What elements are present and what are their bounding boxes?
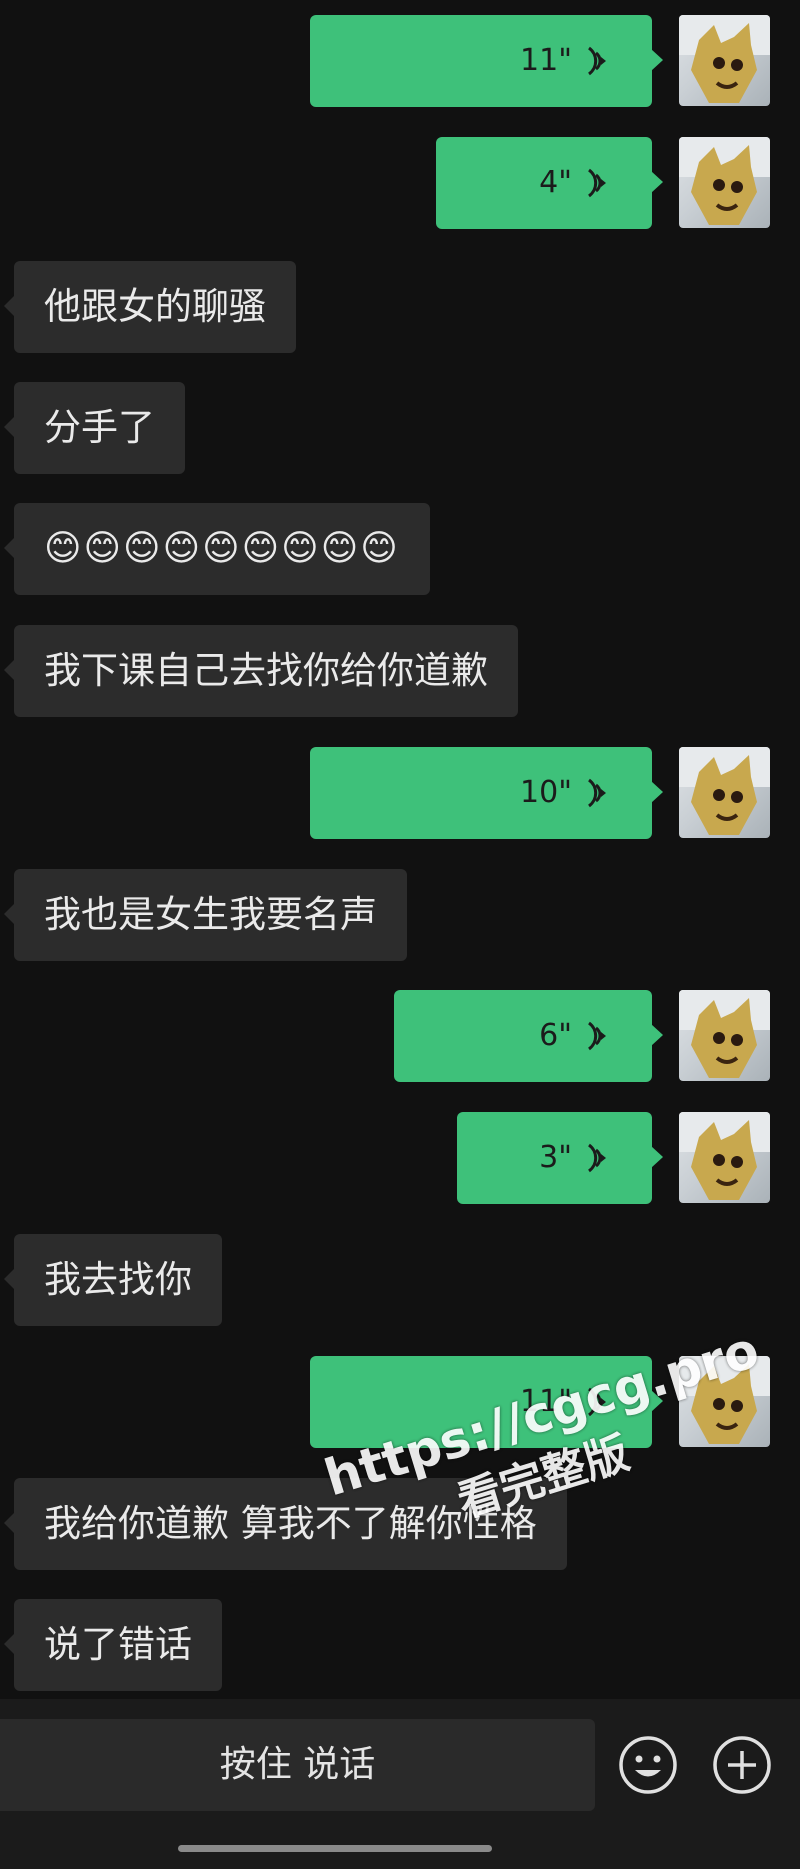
voice-duration: 4" [539, 165, 572, 200]
smiley-icon[interactable] [618, 1735, 678, 1795]
incoming-text-message[interactable]: 我去找你 [4, 1234, 222, 1326]
avatar[interactable] [679, 747, 770, 838]
voice-message-bubble[interactable]: 11" [310, 15, 663, 107]
incoming-text-message[interactable]: 我也是女生我要名声 [4, 869, 407, 961]
avatar[interactable] [679, 990, 770, 1081]
voice-duration: 10" [520, 775, 572, 810]
voice-wave-icon [588, 46, 606, 76]
voice-message-bubble[interactable]: 4" [436, 137, 663, 229]
voice-wave-icon [588, 1143, 606, 1173]
voice-wave-icon [588, 1021, 606, 1051]
voice-wave-icon [588, 168, 606, 198]
voice-duration: 11" [520, 43, 572, 78]
home-indicator[interactable] [178, 1845, 492, 1852]
incoming-text-message[interactable]: 我下课自己去找你给你道歉 [4, 625, 518, 717]
voice-wave-icon [588, 778, 606, 808]
avatar[interactable] [679, 1112, 770, 1203]
incoming-text-message[interactable]: 他跟女的聊骚 [4, 261, 296, 353]
press-to-talk-button[interactable]: 按住 说话 [0, 1719, 595, 1811]
voice-message-bubble[interactable]: 10" [310, 747, 663, 839]
input-bar: 按住 说话 [0, 1699, 800, 1869]
avatar[interactable] [679, 15, 770, 106]
voice-duration: 3" [539, 1140, 572, 1175]
voice-duration: 6" [539, 1018, 572, 1053]
plus-circle-icon[interactable] [712, 1735, 772, 1795]
voice-message-bubble[interactable]: 6" [394, 990, 663, 1082]
voice-message-bubble[interactable]: 3" [457, 1112, 663, 1204]
incoming-emoji-message[interactable]: 😊😊😊😊😊😊😊😊😊 [4, 503, 430, 595]
avatar[interactable] [679, 137, 770, 228]
incoming-text-message[interactable]: 分手了 [4, 382, 185, 474]
incoming-text-message[interactable]: 说了错话 [4, 1599, 222, 1691]
